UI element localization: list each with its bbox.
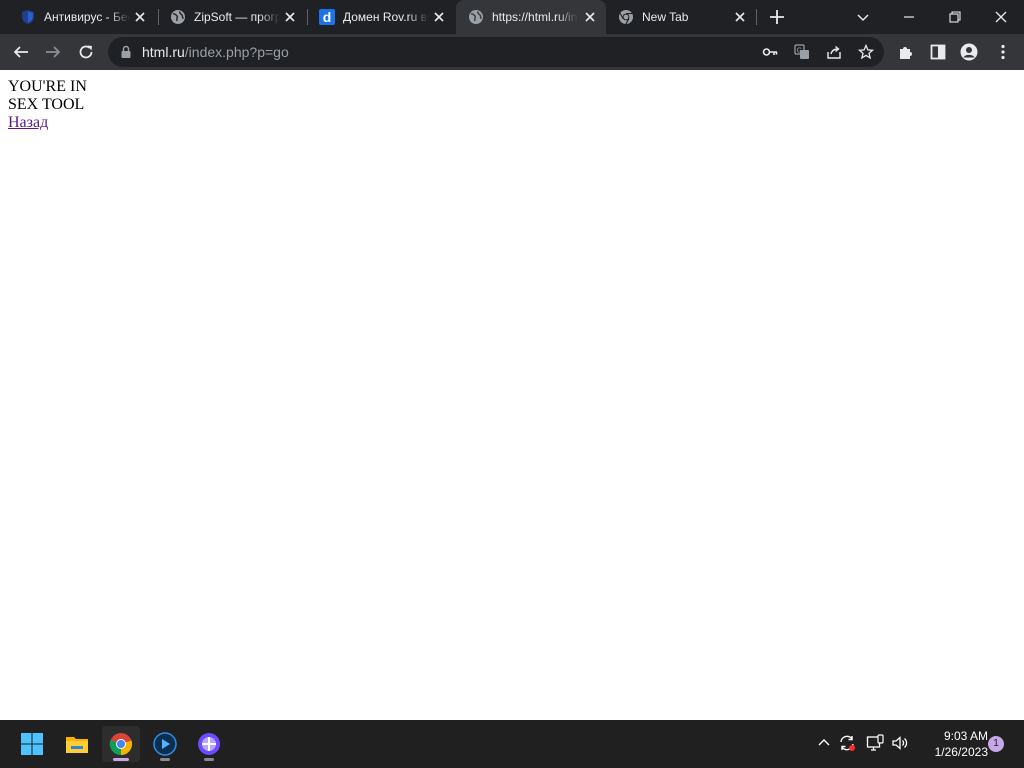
close-icon[interactable] <box>284 11 296 23</box>
page-content: YOU'RE IN SEX TOOL Назад <box>0 70 1024 720</box>
close-icon[interactable] <box>734 11 746 23</box>
url-path: /index.php?p=go <box>184 44 289 60</box>
volume-icon[interactable] <box>891 734 909 752</box>
taskbar-file-explorer[interactable] <box>58 726 96 762</box>
tab-zipsoft[interactable]: ZipSoft — программы <box>158 0 306 34</box>
page-text-line-2: SEX TOOL <box>8 96 85 113</box>
sync-icon[interactable] <box>838 734 856 752</box>
tab-strip: Антивирус - Бесплатный ZipSoft — програм… <box>0 0 1024 34</box>
address-bar[interactable]: html.ru/index.php?p=go G <box>108 37 884 67</box>
tab-rov-domain[interactable]: d Домен Rov.ru выставлен <box>307 0 455 34</box>
side-panel-icon[interactable] <box>929 43 947 61</box>
back-arrow-icon[interactable] <box>12 43 30 61</box>
system-clock[interactable]: 9:03 AM 1/26/2023 <box>910 728 988 760</box>
lock-icon[interactable] <box>120 45 132 59</box>
file-explorer-icon <box>66 737 88 753</box>
more-menu-icon[interactable] <box>994 43 1012 61</box>
globe-icon <box>469 10 483 24</box>
tab-title: ZipSoft — программы <box>194 10 280 24</box>
close-icon[interactable] <box>584 11 596 23</box>
clock-date: 1/26/2023 <box>934 745 988 759</box>
start-icon <box>21 733 43 755</box>
reload-icon[interactable] <box>77 43 95 61</box>
d-logo-icon: d <box>319 9 335 25</box>
new-tab-button[interactable] <box>768 8 786 26</box>
windows-taskbar: 9:03 AM 1/26/2023 <box>0 720 1024 768</box>
translate-icon[interactable]: G <box>794 44 810 60</box>
running-indicator <box>160 758 170 761</box>
window-close-icon[interactable] <box>992 8 1010 26</box>
tab-antivirus[interactable]: Антивирус - Бесплатный <box>8 0 156 34</box>
browser-toolbar: html.ru/index.php?p=go G <box>0 34 1024 70</box>
proton-app-icon <box>198 733 220 755</box>
taskbar-proton-app[interactable] <box>190 726 228 762</box>
svg-text:G: G <box>797 48 802 55</box>
chevron-up-icon[interactable] <box>815 734 833 752</box>
address-url[interactable]: html.ru/index.php?p=go <box>142 44 289 60</box>
running-indicator <box>204 758 214 761</box>
tab-title: Домен Rov.ru выставлен <box>343 10 429 24</box>
forward-arrow-icon[interactable] <box>44 43 62 61</box>
key-icon[interactable] <box>762 44 778 60</box>
share-icon[interactable] <box>826 44 842 60</box>
tab-new-tab[interactable]: New Tab <box>606 0 756 34</box>
tab-search-chevron-down-icon[interactable] <box>854 8 872 26</box>
extensions-puzzle-icon[interactable] <box>897 43 915 61</box>
notification-badge[interactable]: 1 <box>988 736 1004 752</box>
restore-icon[interactable] <box>946 8 964 26</box>
tab-title: https://html.ru/index.php?p=go <box>492 10 578 24</box>
shield-icon <box>22 10 34 24</box>
chrome-icon <box>109 733 133 756</box>
globe-icon <box>171 10 185 24</box>
tab-html-ru[interactable]: https://html.ru/index.php?p=go <box>456 0 606 34</box>
close-icon[interactable] <box>433 11 445 23</box>
minimize-icon[interactable] <box>900 8 918 26</box>
start-button[interactable] <box>13 726 51 762</box>
active-indicator <box>113 758 129 761</box>
tab-title: New Tab <box>642 10 689 24</box>
svg-text:d: d <box>323 9 332 25</box>
media-player-icon <box>153 732 177 756</box>
tab-separator <box>756 9 757 25</box>
chrome-icon <box>619 10 633 25</box>
taskbar-chrome[interactable] <box>102 726 140 762</box>
tab-title: Антивирус - Бесплатный <box>44 10 130 24</box>
network-icon[interactable] <box>866 734 884 752</box>
profile-avatar-icon[interactable] <box>960 43 978 61</box>
bookmark-star-icon[interactable] <box>858 44 874 60</box>
taskbar-media-player[interactable] <box>146 726 184 762</box>
url-host: html.ru <box>142 44 185 60</box>
clock-time: 9:03 AM <box>943 729 988 743</box>
page-text-line-1: YOU'RE IN <box>8 78 87 95</box>
back-link[interactable]: Назад <box>8 114 48 132</box>
close-icon[interactable] <box>134 11 146 23</box>
